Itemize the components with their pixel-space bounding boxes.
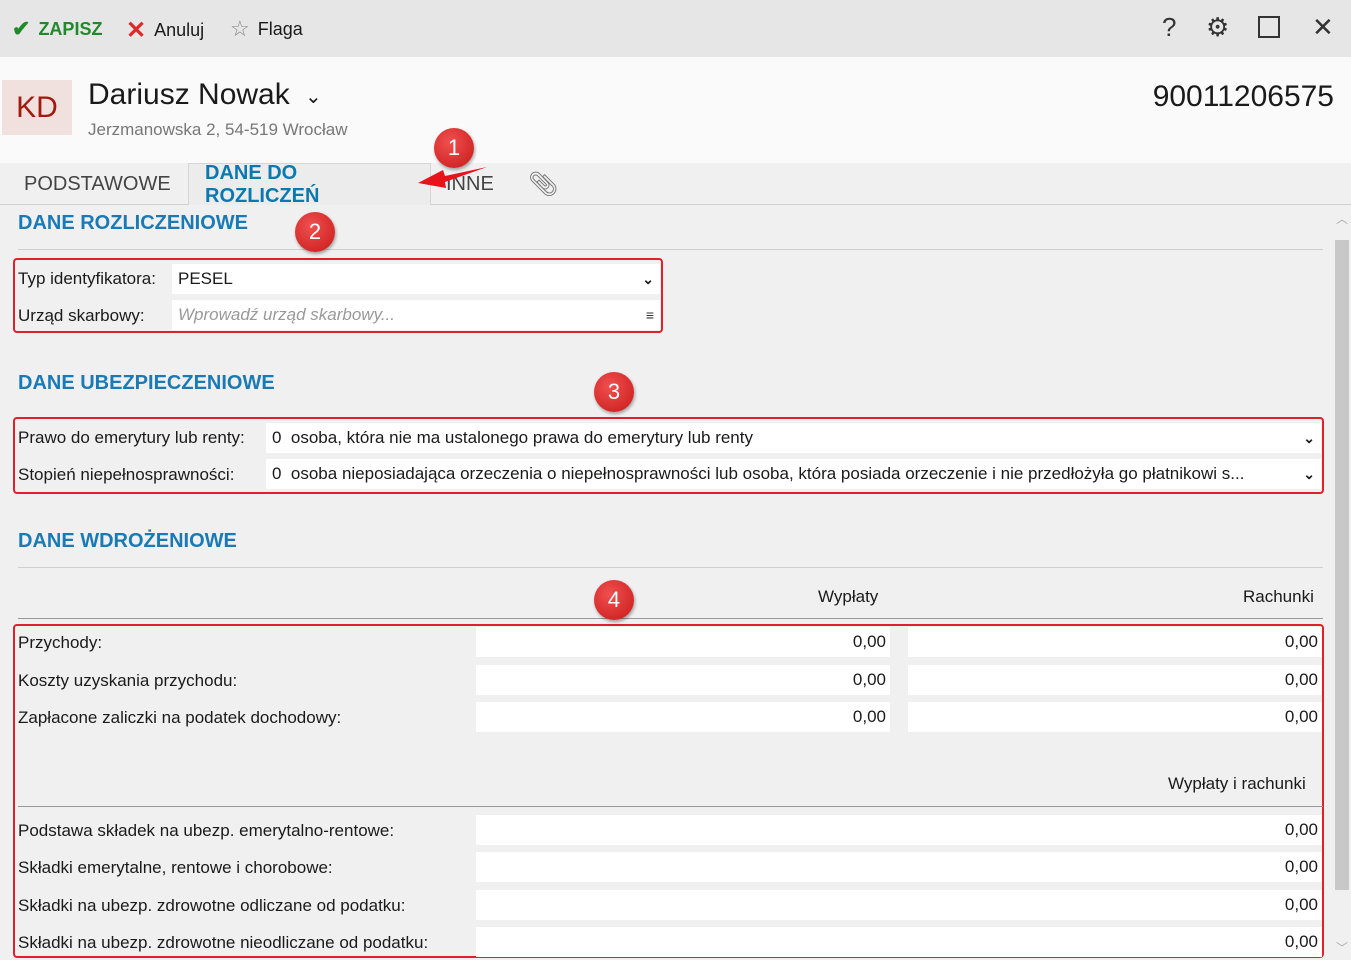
zaliczki-rachunki-input[interactable]: 0,00 xyxy=(908,702,1322,732)
star-icon: ☆ xyxy=(230,16,250,41)
close-window-icon[interactable]: ✕ xyxy=(1312,12,1334,43)
column-header-wyplaty-i-rachunki: Wypłaty i rachunki xyxy=(1168,774,1306,793)
scrollbar-thumb[interactable] xyxy=(1335,240,1349,890)
section-title-billing: DANE ROZLICZENIOWE xyxy=(18,212,248,234)
maximize-icon[interactable] xyxy=(1258,16,1280,38)
scroll-up-icon[interactable]: ︿ xyxy=(1336,210,1348,227)
row-label: Składki na ubezp. zdrowotne nieodliczane… xyxy=(18,933,429,952)
check-icon: ✔ xyxy=(12,16,31,41)
zdrowotne-nieodliczane-input[interactable]: 0,00 xyxy=(476,927,1322,957)
disability-select[interactable]: 0 osoba nieposiadająca orzeczenia o niep… xyxy=(266,459,1321,489)
row-label: Przychody: xyxy=(18,633,103,652)
flag-button[interactable]: ☆ Flaga xyxy=(230,16,303,42)
column-header-wyplaty: Wypłaty xyxy=(818,587,879,606)
close-icon: ✕ xyxy=(126,17,147,44)
chevron-down-icon: ⌄ xyxy=(1303,465,1315,482)
help-icon[interactable]: ? xyxy=(1162,12,1176,43)
zdrowotne-odliczane-input[interactable]: 0,00 xyxy=(476,890,1322,920)
tab-podstawowe[interactable]: PODSTAWOWE xyxy=(8,163,187,205)
przychody-wyplaty-input[interactable]: 0,00 xyxy=(476,627,890,657)
chevron-down-icon[interactable]: ⌄ xyxy=(305,84,322,109)
cancel-button[interactable]: ✕ Anuluj xyxy=(126,16,204,45)
row-label: Zapłacone zaliczki na podatek dochodowy: xyxy=(18,708,342,727)
pesel-number: 90011206575 xyxy=(1152,80,1334,113)
id-type-label: Typ identyfikatora: xyxy=(18,269,156,288)
tax-office-input[interactable]: Wprowadź urząd skarbowy... ≡ xyxy=(172,300,660,330)
gear-icon[interactable]: ⚙ xyxy=(1206,12,1229,43)
scroll-down-icon[interactable]: ﹀ xyxy=(1336,939,1348,956)
divider xyxy=(18,567,1323,568)
annotation-badge-4: 4 xyxy=(594,580,634,620)
row-label: Składki na ubezp. zdrowotne odliczane od… xyxy=(18,896,406,915)
toolbar: ✔ ZAPISZ ✕ Anuluj ☆ Flaga ? ⚙ ✕ xyxy=(0,0,1351,57)
przychody-rachunki-input[interactable]: 0,00 xyxy=(908,627,1322,657)
divider xyxy=(18,249,1323,250)
koszty-wyplaty-input[interactable]: 0,00 xyxy=(476,665,890,695)
tax-office-label: Urząd skarbowy: xyxy=(18,306,145,325)
zaliczki-wyplaty-input[interactable]: 0,00 xyxy=(476,702,890,732)
divider xyxy=(18,806,1323,807)
contact-name: Dariusz Nowak xyxy=(88,78,290,111)
row-label: Koszty uzyskania przychodu: xyxy=(18,671,238,690)
skladki-emerytalne-input[interactable]: 0,00 xyxy=(476,852,1322,882)
paperclip-icon[interactable]: 📎︎ xyxy=(512,163,574,205)
annotation-badge-3: 3 xyxy=(594,372,634,412)
column-header-rachunki: Rachunki xyxy=(1243,587,1314,606)
section-title-insurance: DANE UBEZPIECZENIOWE xyxy=(18,372,275,394)
row-label: Podstawa składek na ubezp. emerytalno-re… xyxy=(18,821,395,840)
id-type-select[interactable]: PESEL ⌄ xyxy=(172,264,660,294)
avatar: KD xyxy=(2,80,72,135)
section-title-implementation: DANE WDROŻENIOWE xyxy=(18,530,237,552)
annotation-badge-2: 2 xyxy=(295,212,335,252)
tab-bar: PODSTAWOWE DANE DO ROZLICZEŃ INNE 📎︎ xyxy=(0,162,1351,207)
list-icon[interactable]: ≡ xyxy=(646,307,654,323)
podstawa-skladek-input[interactable]: 0,00 xyxy=(476,815,1322,845)
tab-dane-do-rozliczen[interactable]: DANE DO ROZLICZEŃ xyxy=(188,162,431,207)
row-label: Składki emerytalne, rentowe i chorobowe: xyxy=(18,858,333,877)
chevron-down-icon: ⌄ xyxy=(642,270,654,287)
contact-address: Jerzmanowska 2, 54-519 Wrocław xyxy=(88,120,348,139)
save-button[interactable]: ✔ ZAPISZ xyxy=(12,16,102,42)
scrollbar[interactable]: ︿ ﹀ xyxy=(1333,206,1351,960)
pension-select[interactable]: 0 osoba, która nie ma ustalonego prawa d… xyxy=(266,423,1321,453)
chevron-down-icon: ⌄ xyxy=(1303,429,1315,446)
pension-label: Prawo do emerytury lub renty: xyxy=(18,428,245,447)
annotation-arrow-icon xyxy=(418,167,487,188)
divider xyxy=(18,618,1323,619)
koszty-rachunki-input[interactable]: 0,00 xyxy=(908,665,1322,695)
disability-label: Stopień niepełnosprawności: xyxy=(18,465,235,484)
